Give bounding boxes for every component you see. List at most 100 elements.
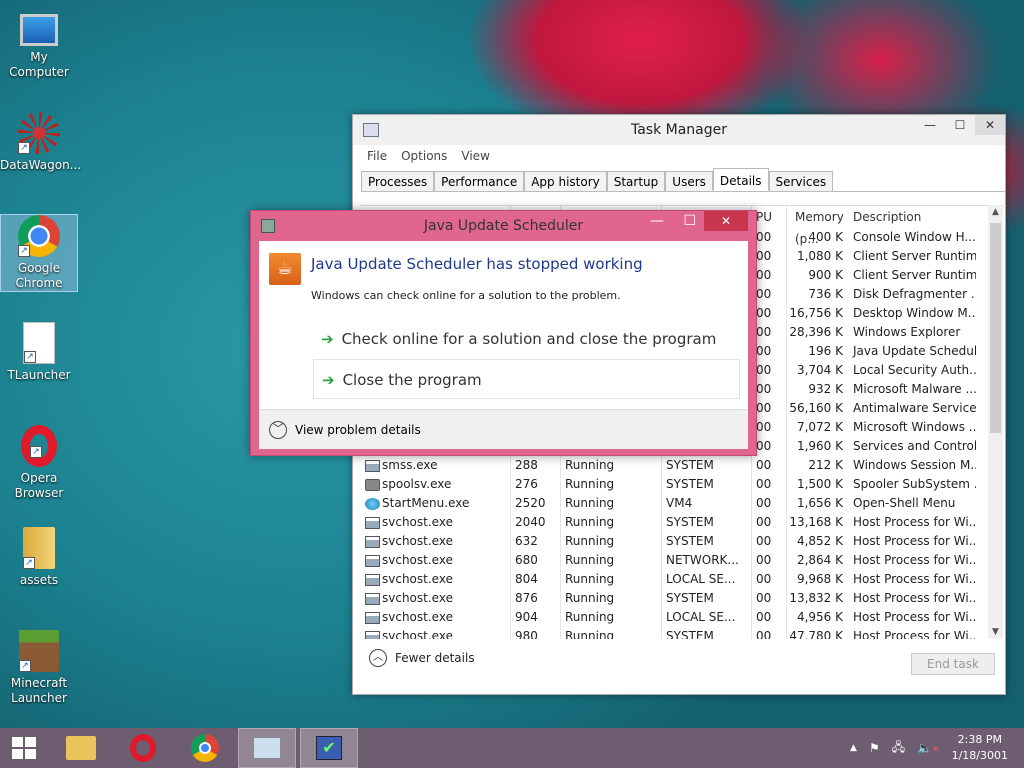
cell-desc: Open-Shell Menu <box>849 494 976 513</box>
cell-text: SYSTEM <box>666 458 714 472</box>
taskbar-opera[interactable] <box>114 728 172 768</box>
show-hidden-icons-button[interactable]: ▲ <box>850 743 857 753</box>
menu-view[interactable]: View <box>461 145 489 167</box>
taskbar-chrome[interactable] <box>176 728 234 768</box>
table-row[interactable]: svchost.exe 680 Running NETWORK... 00 2,864 K… <box>361 551 1006 570</box>
cell-text: Running <box>565 591 615 605</box>
tab-details[interactable]: Details <box>712 168 769 191</box>
taskbar-java-update-scheduler[interactable]: ✔ <box>300 728 358 768</box>
table-row[interactable]: StartMenu.exe 2520 Running VM4 00 1,656 K Open… <box>361 494 1006 513</box>
view-details-label: View problem details <box>295 422 421 437</box>
cell-status: Running <box>561 513 662 532</box>
close-button[interactable]: ✕ <box>975 115 1005 135</box>
desktop-icon-opera-browser[interactable]: ↗ Opera Browser <box>0 425 78 501</box>
window-process-icon <box>365 592 380 605</box>
tab-startup[interactable]: Startup <box>606 171 666 191</box>
scroll-up-icon[interactable]: ▲ <box>988 207 1003 217</box>
cell-text: SYSTEM <box>666 477 714 491</box>
printer-process-icon <box>365 478 380 491</box>
cell-status: Running <box>561 551 662 570</box>
cell-status: Running <box>561 475 662 494</box>
cell-text: Windows Session M... <box>853 458 976 472</box>
vertical-scrollbar[interactable]: ▲ ▼ <box>988 205 1003 639</box>
taskbar-task-manager[interactable] <box>238 728 296 768</box>
cell-status: Running <box>561 532 662 551</box>
start-button[interactable] <box>0 728 48 768</box>
cell-text: 28,396 K <box>789 325 843 339</box>
clock[interactable]: 2:38 PM 1/18/3001 <box>952 732 1008 764</box>
cell-text: 00 <box>756 287 772 301</box>
dialog-minimize-button[interactable]: — <box>650 211 664 231</box>
cell-cpu: 00 <box>752 494 787 513</box>
tab-users[interactable]: Users <box>665 171 713 191</box>
cell-desc: Console Window H... <box>849 228 976 247</box>
scroll-down-icon[interactable]: ▼ <box>988 627 1003 637</box>
window-process-icon <box>365 630 380 639</box>
tab-services[interactable]: Services <box>768 171 834 191</box>
cell-desc: Host Process for Wi... <box>849 570 976 589</box>
cell-text: Running <box>565 629 615 639</box>
window-process-icon <box>365 516 380 529</box>
cell-mem: 47,780 K <box>787 627 849 639</box>
table-row[interactable]: spoolsv.exe 276 Running SYSTEM 00 1,500 K Spoo… <box>361 475 1006 494</box>
cell-pid: 680 <box>511 551 561 570</box>
menu-file[interactable]: File <box>367 145 387 167</box>
close-program-option[interactable]: ➔ Close the program <box>313 359 740 399</box>
desktop-icon-assets[interactable]: ↗ assets <box>0 527 78 588</box>
table-row[interactable]: svchost.exe 904 Running LOCAL SE... 00 4,956 … <box>361 608 1006 627</box>
volume-muted-icon[interactable]: 🔈✕ <box>917 741 940 755</box>
table-row[interactable]: svchost.exe 804 Running LOCAL SE... 00 9,968 … <box>361 570 1006 589</box>
view-problem-details-button[interactable]: ﹀ View problem details <box>259 409 748 449</box>
cell-text: Antimalware Service... <box>853 401 976 415</box>
menu-options[interactable]: Options <box>401 145 447 167</box>
cell-status: Running <box>561 627 662 639</box>
maximize-button[interactable]: ☐ <box>945 115 975 135</box>
table-row[interactable]: svchost.exe 2040 Running SYSTEM 00 13,168 K Ho… <box>361 513 1006 532</box>
cell-user: SYSTEM <box>662 532 752 551</box>
column-memory[interactable]: Memory (p... <box>787 206 849 246</box>
action-center-flag-icon[interactable]: ⚑ <box>869 741 880 755</box>
cell-text: 00 <box>756 306 772 320</box>
cell-text: 736 K <box>808 287 843 301</box>
minimize-button[interactable]: — <box>915 115 945 135</box>
cell-mem: 932 K <box>787 380 849 399</box>
scrollbar-thumb[interactable] <box>990 223 1001 433</box>
cell-text: 4,852 K <box>796 534 843 548</box>
column-cpu[interactable]: PU <box>752 206 787 228</box>
dialog-titlebar[interactable]: Java Update Scheduler — ☐ ✕ <box>251 211 756 241</box>
table-row[interactable]: svchost.exe 632 Running SYSTEM 00 4,852 K Host… <box>361 532 1006 551</box>
opera-icon: ↗ <box>21 425 57 467</box>
cell-cpu: 00 <box>752 342 787 361</box>
desktop-icon-google-chrome[interactable]: ↗ Google Chrome <box>0 214 78 292</box>
cell-text: 00 <box>756 344 772 358</box>
cell-text: LOCAL SE... <box>666 572 736 586</box>
tab-processes[interactable]: Processes <box>361 171 435 191</box>
tab-performance[interactable]: Performance <box>434 171 525 191</box>
window-process-icon <box>365 535 380 548</box>
dialog-maximize-button[interactable]: ☐ <box>683 211 696 231</box>
desktop-icon-tlauncher[interactable]: ↗ TLauncher <box>0 322 78 383</box>
cell-text: Running <box>565 553 615 567</box>
network-icon[interactable]: 🖧 <box>892 738 905 759</box>
column-description[interactable]: Description <box>849 206 976 228</box>
taskbar-file-explorer[interactable] <box>52 728 110 768</box>
cell-cpu: 00 <box>752 247 787 266</box>
desktop-icon-my-computer[interactable]: My Computer <box>0 8 78 80</box>
table-row[interactable]: svchost.exe 980 Running SYSTEM 00 47,780 K Hos… <box>361 627 1006 639</box>
tab-app-history[interactable]: App history <box>524 171 607 191</box>
end-task-button[interactable]: End task <box>911 653 995 675</box>
table-row[interactable]: smss.exe 288 Running SYSTEM 00 212 K Windows S… <box>361 456 1006 475</box>
taskbar: ✔ ▲ ⚑ 🖧 🔈✕ 2:38 PM 1/18/3001 <box>0 728 1024 768</box>
check-online-option[interactable]: ➔ Check online for a solution and close t… <box>313 319 740 359</box>
desktop-icon-datawagon-[interactable]: ↗ DataWagon... <box>0 112 81 173</box>
desktop-icon-minecraft-launcher[interactable]: ↗ Minecraft Launcher <box>0 630 78 706</box>
shortcut-arrow-icon: ↗ <box>19 660 31 672</box>
desktop-icon-label: Opera Browser <box>14 471 64 500</box>
dialog-close-button[interactable]: ✕ <box>704 211 748 231</box>
fewer-details-button[interactable]: ︿ Fewer details <box>369 649 475 667</box>
cell-text: spoolsv.exe <box>382 477 452 491</box>
cell-text: 00 <box>756 572 772 586</box>
table-row[interactable]: svchost.exe 876 Running SYSTEM 00 13,832 K Hos… <box>361 589 1006 608</box>
cell-mem: 13,832 K <box>787 589 849 608</box>
task-manager-titlebar[interactable]: Task Manager — ☐ ✕ <box>353 115 1005 145</box>
